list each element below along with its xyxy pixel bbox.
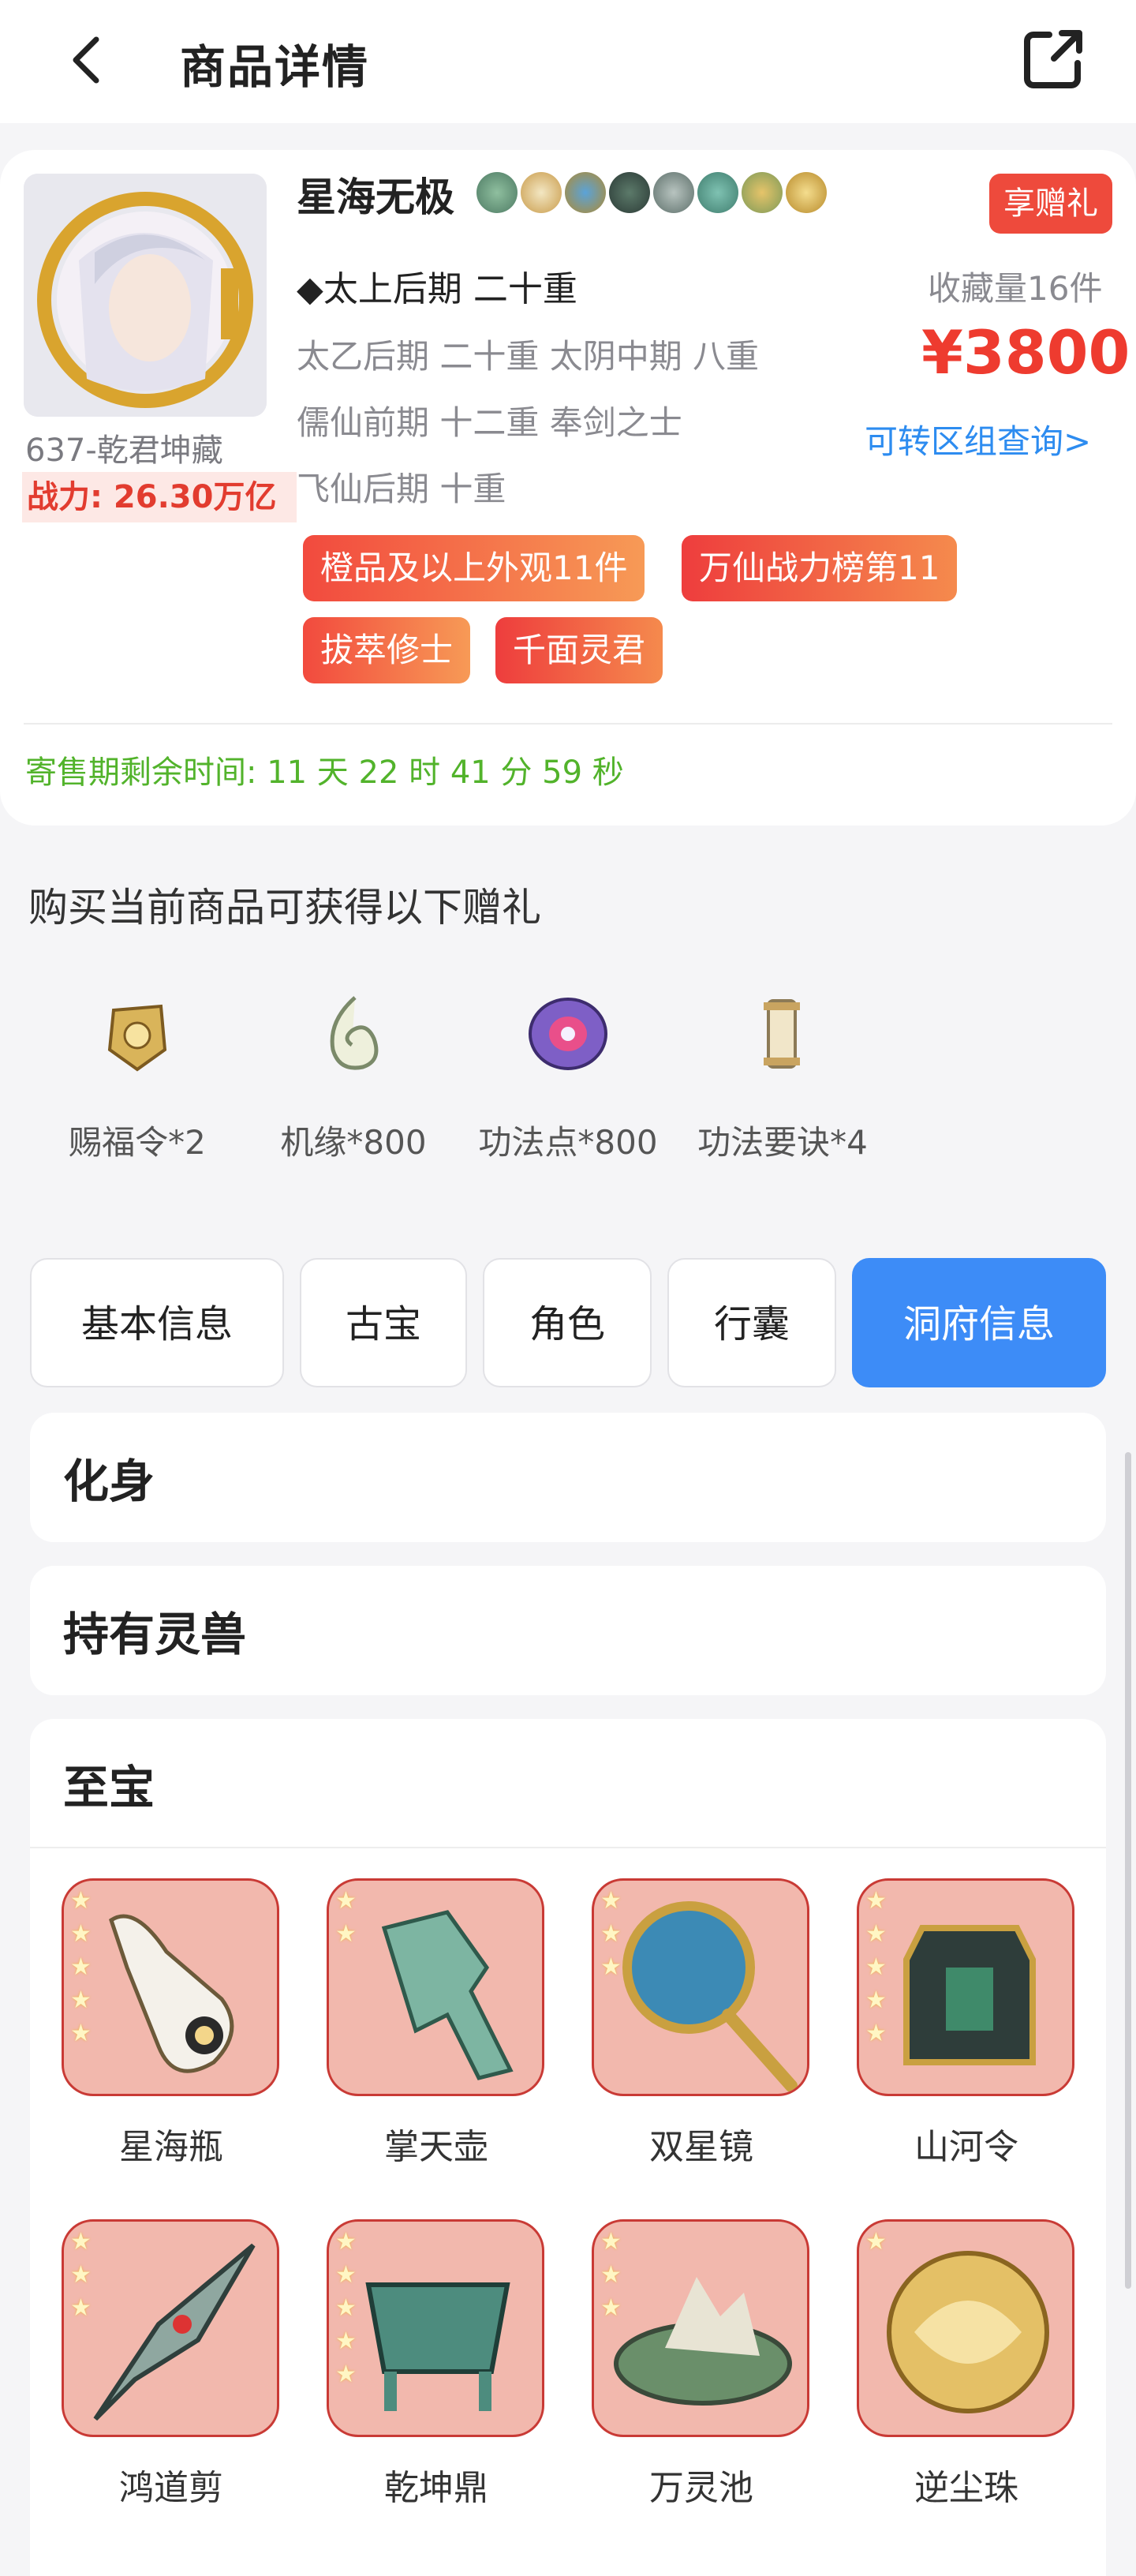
- realm-line: 太乙后期 二十重 太阴中期 八重: [297, 337, 760, 376]
- scrollbar[interactable]: [1125, 1452, 1131, 2289]
- realm-line: 飞仙后期 十重: [297, 470, 506, 508]
- gift-item[interactable]: 赐福令*2: [35, 987, 240, 1164]
- pet-section[interactable]: 持有灵兽: [30, 1566, 1106, 1695]
- section-title: 至宝: [63, 1761, 155, 1814]
- cauldron-icon: [697, 172, 738, 213]
- account-name: 星海无极: [297, 174, 454, 220]
- token-icon: [609, 172, 650, 213]
- treasure-item[interactable]: ★ ★ ★ 双星镜: [592, 1878, 811, 2169]
- power-rating: 战力: 26.30万亿: [22, 472, 297, 522]
- page-title: 商品详情: [180, 40, 370, 94]
- gift-label: 机缘*800: [280, 1123, 427, 1162]
- sale-countdown: 寄售期剩余时间: 11 天 22 时 41 分 59 秒: [25, 754, 624, 791]
- tab-cave-info[interactable]: 洞府信息: [852, 1258, 1106, 1387]
- qiankun-cauldron-icon: ★ ★ ★ ★ ★: [327, 2219, 544, 2437]
- heaven-pot-icon: ★ ★: [327, 1878, 544, 2096]
- page: 商品详情 637-乾君坤藏 战力: 26.30万亿 星海无极 享赠礼 ◆太上后期…: [0, 0, 1136, 2576]
- treasure-section: 至宝 ★ ★ ★ ★ ★ 星海瓶 ★ ★ 掌天壶 ★ ★ ★ 双星镜 ★ ★ ★…: [30, 1719, 1106, 2576]
- treasure-item[interactable]: ★ 逆尘珠: [857, 2219, 1076, 2510]
- treasure-item[interactable]: ★ ★ ★ ★ ★ 星海瓶: [62, 1878, 281, 2169]
- treasure-item[interactable]: ★ ★ ★ 鸿道剪: [62, 2219, 281, 2510]
- treasure-name: 逆尘珠: [914, 2468, 1018, 2508]
- server-name: 637-乾君坤藏: [25, 432, 223, 469]
- section-title: 持有灵兽: [63, 1608, 247, 1661]
- tab-inventory[interactable]: 行囊: [667, 1258, 836, 1387]
- blessing-token-icon: [90, 987, 185, 1081]
- divider: [24, 723, 1112, 724]
- gift-label: 赐福令*2: [69, 1123, 206, 1162]
- treasure-name: 万灵池: [649, 2468, 753, 2508]
- product-card[interactable]: 637-乾君坤藏 战力: 26.30万亿 星海无极 享赠礼 ◆太上后期 二十重 …: [0, 150, 1136, 826]
- treasure-item[interactable]: ★ ★ ★ ★ ★ 山河令: [857, 1878, 1076, 2169]
- twin-star-mirror-icon: ★ ★ ★: [592, 1878, 809, 2096]
- gift-label: 功法要诀*4: [697, 1123, 868, 1162]
- treasure-name: 星海瓶: [119, 2127, 223, 2167]
- fortune-jade-icon: [306, 987, 401, 1081]
- treasure-name: 双星镜: [649, 2127, 753, 2167]
- tab-character[interactable]: 角色: [483, 1258, 652, 1387]
- gift-item[interactable]: 功法点*800: [465, 987, 671, 1164]
- spirit-pool-icon: ★ ★ ★: [592, 2219, 809, 2437]
- treasure-item[interactable]: ★ ★ ★ 万灵池: [592, 2219, 811, 2510]
- blade-icon: [653, 172, 694, 213]
- favorite-count: 收藏量16件: [928, 269, 1103, 308]
- tag: 拔萃修士: [303, 617, 471, 683]
- treasure-name: 乾坤鼎: [384, 2468, 488, 2508]
- bell-icon: [476, 172, 518, 213]
- transfer-query-link[interactable]: 可转区组查询>: [865, 415, 1091, 463]
- treasure-name: 鸿道剪: [119, 2468, 223, 2508]
- tab-ancient-treasure[interactable]: 古宝: [300, 1258, 467, 1387]
- gift-label: 功法点*800: [478, 1123, 658, 1162]
- gift-item[interactable]: 功法要诀*4: [680, 987, 885, 1164]
- skill-scroll-icon: [735, 987, 830, 1081]
- gift-section-title: 购买当前商品可获得以下赠礼: [28, 885, 541, 930]
- pool-icon: [742, 172, 783, 213]
- price: ¥3800: [921, 317, 1130, 388]
- character-portrait: [24, 174, 267, 417]
- gourd-icon: [521, 172, 562, 213]
- tab-basic-info[interactable]: 基本信息: [30, 1258, 284, 1387]
- back-arrow-icon[interactable]: [60, 32, 117, 88]
- skill-point-icon: [521, 987, 615, 1081]
- realm-line: 儒仙前期 十二重 奉剑之士: [297, 403, 682, 442]
- dust-pearl-icon: ★: [857, 2219, 1074, 2437]
- dao-scissors-icon: ★ ★ ★: [62, 2219, 279, 2437]
- gift-badge: 享赠礼: [989, 174, 1112, 234]
- star-sea-vase-icon: ★ ★ ★ ★ ★: [62, 1878, 279, 2096]
- top-bar: 商品详情: [0, 0, 1136, 123]
- pearl-icon: [786, 172, 827, 213]
- gift-item[interactable]: 机缘*800: [251, 987, 456, 1164]
- tag: 千面灵君: [495, 617, 663, 683]
- tag: 万仙战力榜第11: [682, 535, 958, 601]
- mirror-icon: [565, 172, 606, 213]
- divider: [30, 1847, 1106, 1848]
- avatar-section[interactable]: 化身: [30, 1413, 1106, 1542]
- share-icon[interactable]: [1018, 24, 1089, 95]
- tag: 橙品及以上外观11件: [303, 535, 645, 601]
- main-realm: ◆太上后期 二十重: [297, 269, 577, 309]
- treasure-name: 掌天壶: [384, 2127, 488, 2167]
- treasure-item[interactable]: ★ ★ ★ ★ ★ 乾坤鼎: [327, 2219, 546, 2510]
- section-title: 化身: [63, 1455, 155, 1508]
- treasure-item[interactable]: ★ ★ 掌天壶: [327, 1878, 546, 2169]
- treasure-icon-strip: [476, 172, 827, 219]
- mountain-river-token-icon: ★ ★ ★ ★ ★: [857, 1878, 1074, 2096]
- treasure-name: 山河令: [914, 2127, 1018, 2167]
